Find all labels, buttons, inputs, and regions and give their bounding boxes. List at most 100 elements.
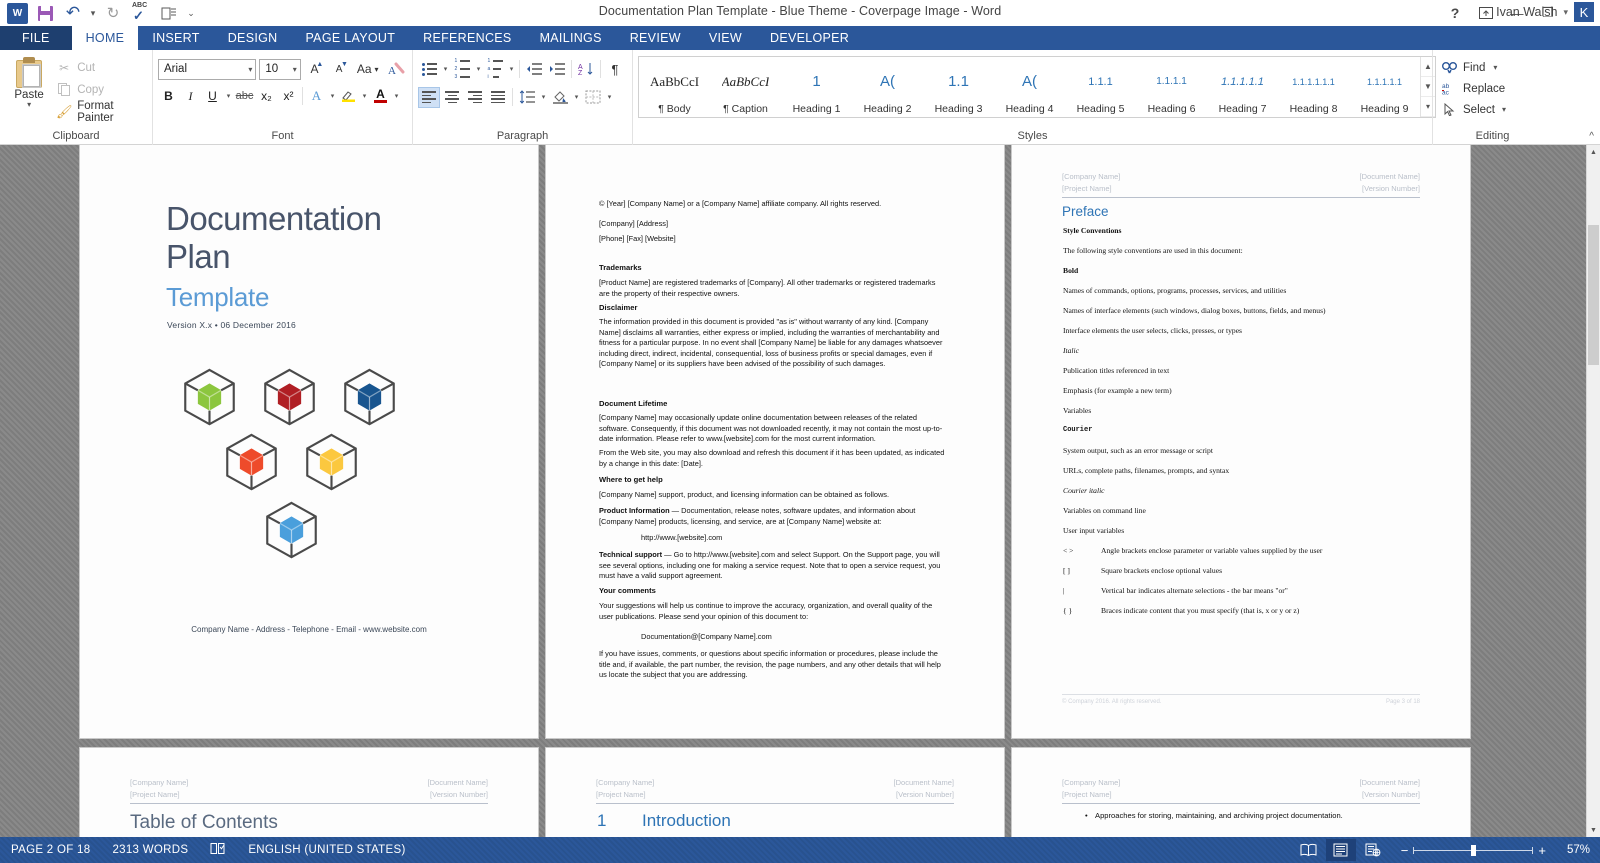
shading-dropdown-icon[interactable]: ▾ [572,93,581,101]
status-words[interactable]: 2313 WORDS [101,844,199,856]
text-effects-dropdown-icon[interactable]: ▾ [328,92,337,100]
line-spacing-icon[interactable] [516,87,538,108]
select-dropdown-icon[interactable]: ▾ [1502,105,1506,114]
highlight-icon[interactable] [338,86,359,107]
help-icon[interactable]: ? [1440,2,1470,24]
bullets-dropdown-icon[interactable]: ▾ [441,65,450,73]
user-name[interactable]: Ivan Walsh [1496,5,1557,19]
tab-references[interactable]: REFERENCES [409,26,525,50]
align-left-icon[interactable] [418,87,440,108]
account-dropdown-icon[interactable]: ▾ [1563,7,1568,18]
increase-indent-icon[interactable] [546,59,568,80]
scroll-down-icon[interactable]: ▼ [1587,823,1600,837]
styles-gallery[interactable]: AaBbCcI¶ BodyAaBbCcI¶ Caption1Heading 1A… [638,56,1436,118]
find-button[interactable]: Find ▾ [1438,57,1511,78]
tab-review[interactable]: REVIEW [616,26,695,50]
document-page-5[interactable]: [Company Name] [Project Name] [Document … [546,748,1004,837]
numbering-dropdown-icon[interactable]: ▾ [474,65,483,73]
collapse-ribbon-icon[interactable]: ^ [1589,131,1594,142]
font-color-dropdown-icon[interactable]: ▾ [392,92,401,100]
style-item-5[interactable]: A(Heading 4 [994,57,1065,117]
underline-button[interactable]: U [202,86,223,107]
underline-dropdown-icon[interactable]: ▾ [224,92,233,100]
numbering-icon[interactable]: 123 [451,59,473,80]
status-language[interactable]: ENGLISH (UNITED STATES) [237,844,416,856]
tab-file[interactable]: FILE [0,26,72,50]
tab-developer[interactable]: DEVELOPER [756,26,863,50]
scrollbar-thumb[interactable] [1588,225,1599,365]
proofing-icon[interactable] [199,842,237,858]
subscript-button[interactable]: x₂ [256,86,277,107]
style-item-2[interactable]: 1Heading 1 [781,57,852,117]
italic-button[interactable]: I [180,86,201,107]
zoom-level[interactable]: 57% [1559,844,1596,856]
tab-page-layout[interactable]: PAGE LAYOUT [291,26,409,50]
strikethrough-button[interactable]: abc [234,86,255,107]
font-name-dropdown-icon[interactable]: ▾ [248,65,252,74]
style-item-9[interactable]: 1.1.1.1.1.1Heading 8 [1278,57,1349,117]
zoom-out-button[interactable]: − [1396,843,1414,858]
show-marks-icon[interactable]: ¶ [604,59,626,80]
style-item-1[interactable]: AaBbCcI¶ Caption [710,57,781,117]
shrink-font-button[interactable]: A▼ [328,59,350,80]
text-effects-button[interactable]: A [306,86,327,107]
font-size-combo[interactable]: 10 ▾ [259,59,300,80]
read-mode-icon[interactable] [1294,839,1324,861]
avatar[interactable]: K [1574,2,1594,22]
zoom-handle[interactable] [1471,845,1476,856]
font-name-combo[interactable]: Arial ▾ [158,59,256,80]
print-layout-icon[interactable] [1326,839,1356,861]
style-item-4[interactable]: 1.1Heading 3 [923,57,994,117]
clear-formatting-icon[interactable]: A [385,59,407,80]
highlight-dropdown-icon[interactable]: ▾ [360,92,369,100]
cut-button[interactable]: ✂ Cut [53,57,147,78]
document-page-1[interactable]: Documentation Plan Template Version X.x … [80,145,538,738]
style-item-10[interactable]: 1.1.1.1.1Heading 9 [1349,57,1420,117]
align-center-icon[interactable] [441,87,463,108]
select-button[interactable]: Select ▾ [1438,99,1511,120]
format-painter-button[interactable]: 🖌 Format Painter [53,101,147,122]
font-size-dropdown-icon[interactable]: ▾ [293,65,297,74]
tab-insert[interactable]: INSERT [138,26,213,50]
paste-dropdown-icon[interactable]: ▾ [27,101,31,108]
document-page-3[interactable]: [Company Name] [Project Name] [Document … [1012,145,1470,738]
document-page-6[interactable]: [Company Name] [Project Name] [Document … [1012,748,1470,837]
sort-icon[interactable]: AZ [575,59,597,80]
zoom-in-button[interactable]: + [1533,843,1551,858]
style-item-7[interactable]: 1.1.1.1Heading 6 [1136,57,1207,117]
align-right-icon[interactable] [464,87,486,108]
borders-icon[interactable] [582,87,604,108]
multilevel-list-icon[interactable]: 1ai [484,59,506,80]
tab-mailings[interactable]: MAILINGS [526,26,616,50]
document-page-4[interactable]: [Company Name] [Project Name] [Document … [80,748,538,837]
replace-button[interactable]: abac Replace [1438,78,1511,99]
web-layout-icon[interactable] [1358,839,1388,861]
change-case-button[interactable]: Aa▾ [353,59,382,80]
superscript-button[interactable]: x² [278,86,299,107]
tab-view[interactable]: VIEW [695,26,756,50]
copy-button[interactable]: Copy [53,79,147,100]
zoom-track[interactable] [1413,850,1533,851]
grow-font-button[interactable]: A▲ [304,59,326,80]
style-item-8[interactable]: 1.1.1.1.1Heading 7 [1207,57,1278,117]
style-item-3[interactable]: A(Heading 2 [852,57,923,117]
decrease-indent-icon[interactable] [523,59,545,80]
tab-home[interactable]: HOME [72,26,139,50]
document-page-2[interactable]: © [Year] [Company Name] or a [Company Na… [546,145,1004,738]
vertical-scrollbar[interactable]: ▲ ▼ [1586,145,1600,837]
line-spacing-dropdown-icon[interactable]: ▾ [539,93,548,101]
font-color-button[interactable]: A [370,86,391,107]
justify-icon[interactable] [487,87,509,108]
paste-button[interactable]: Paste ▾ [5,54,53,128]
document-canvas[interactable]: Documentation Plan Template Version X.x … [0,145,1600,837]
style-item-0[interactable]: AaBbCcI¶ Body [639,57,710,117]
tab-design[interactable]: DESIGN [214,26,292,50]
style-item-6[interactable]: 1.1.1Heading 5 [1065,57,1136,117]
scroll-up-icon[interactable]: ▲ [1587,145,1600,159]
find-dropdown-icon[interactable]: ▾ [1493,63,1497,72]
bold-button[interactable]: B [158,86,179,107]
zoom-slider[interactable]: − + [1390,843,1557,858]
borders-dropdown-icon[interactable]: ▾ [605,93,614,101]
shading-icon[interactable] [549,87,571,108]
bullets-icon[interactable] [418,59,440,80]
